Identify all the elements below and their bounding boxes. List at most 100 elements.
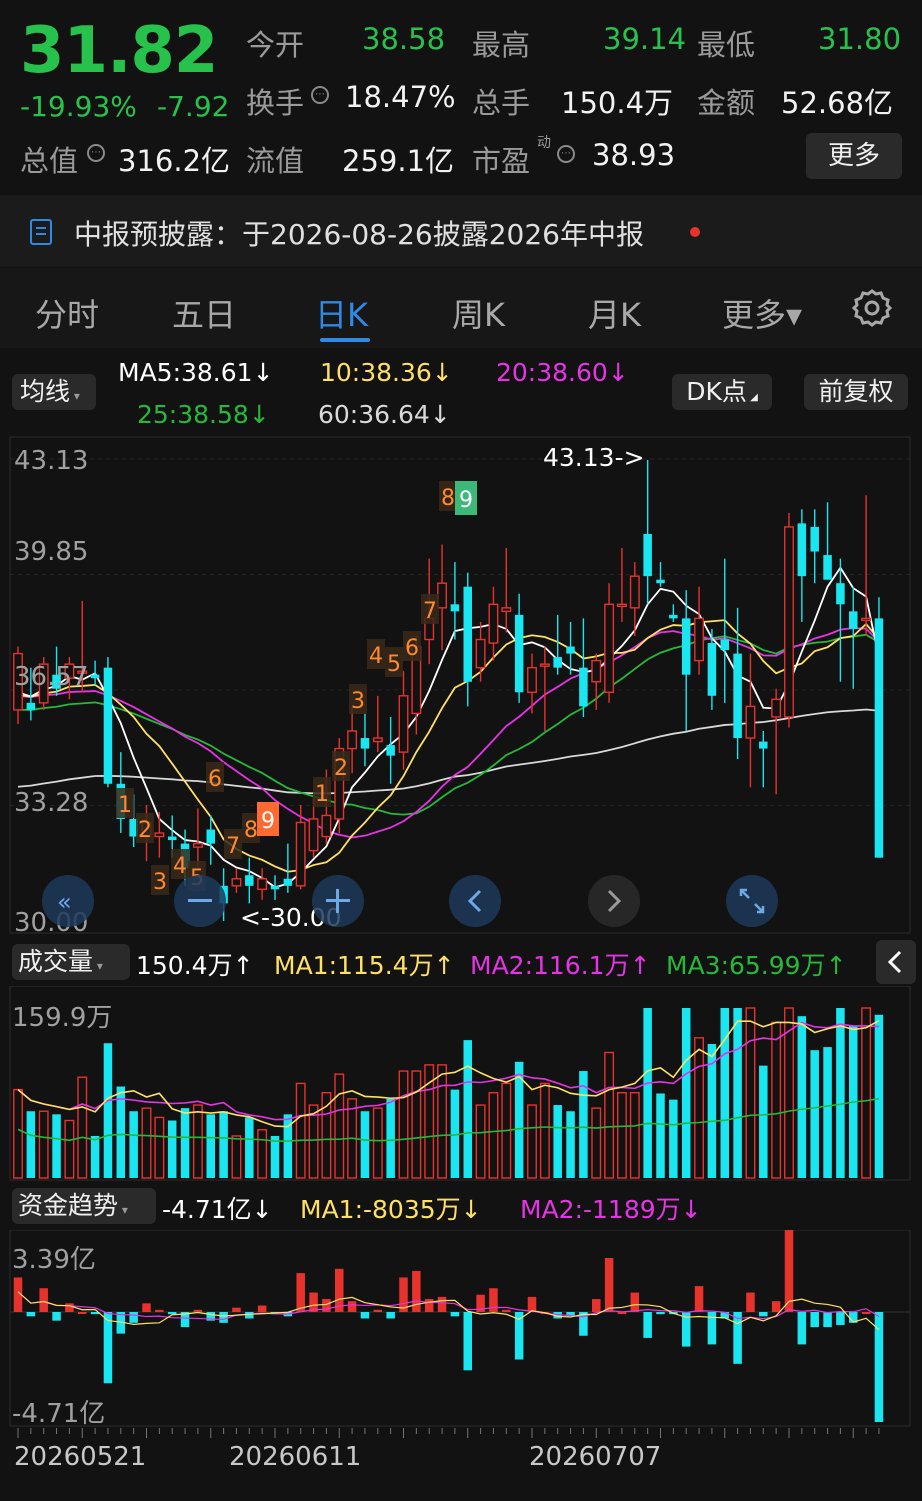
svg-text:6: 6	[208, 767, 222, 792]
scroll-right-button[interactable]	[588, 875, 640, 927]
dk-point-button[interactable]: DK点 ◢	[672, 374, 772, 410]
candle	[270, 875, 280, 900]
fund-bar	[502, 1309, 511, 1312]
td-mark: 4	[367, 639, 385, 669]
volume-bar	[861, 1007, 872, 1179]
tab-monthly-k[interactable]: 月K	[588, 290, 641, 336]
candle	[231, 868, 242, 893]
candle	[372, 695, 383, 753]
fund-bar	[450, 1312, 460, 1317]
svg-text:4: 4	[369, 644, 383, 669]
ma60-readout: 60:36.64↓	[318, 400, 451, 429]
zoom-out-button[interactable]	[174, 875, 226, 927]
volume-bar	[488, 1091, 499, 1179]
td-mark: 1	[116, 788, 134, 818]
volume-bar	[656, 1093, 665, 1178]
scroll-left-button[interactable]	[449, 875, 501, 927]
candle	[463, 572, 472, 707]
fund-bar	[386, 1312, 395, 1319]
volume-bar	[141, 1107, 152, 1179]
volume-bar	[553, 1105, 562, 1178]
ma-selector[interactable]: 均线 ▾	[12, 374, 96, 410]
candle	[360, 713, 370, 767]
candle	[604, 583, 615, 703]
corner-caret-icon: ◢	[746, 392, 758, 403]
volume-chart: 159.9万	[9, 986, 911, 1181]
volume-bar	[720, 1008, 729, 1178]
tab-five-day[interactable]: 五日	[172, 290, 236, 336]
fullscreen-button[interactable]	[726, 875, 778, 927]
change-percent: -19.93%	[20, 90, 137, 123]
mktcap-label: 总值	[20, 144, 79, 178]
candle	[669, 604, 678, 622]
dk-point-label: DK点	[686, 377, 747, 406]
candle	[553, 614, 562, 675]
volume-bar	[219, 1111, 228, 1178]
volume-bar	[372, 1107, 383, 1179]
fund-bar	[232, 1307, 241, 1312]
adjust-button[interactable]: 前复权	[804, 374, 908, 410]
candle	[617, 548, 627, 622]
fund-bar	[784, 1230, 794, 1312]
candle	[784, 512, 794, 728]
volume-bar	[823, 1047, 832, 1178]
document-icon	[30, 219, 52, 245]
td-mark: 2	[136, 813, 154, 843]
volume-bar	[759, 1065, 768, 1178]
candle	[745, 653, 756, 788]
info-icon[interactable]: ⋯	[311, 86, 329, 104]
candle	[759, 730, 768, 788]
candle	[810, 509, 819, 584]
zoom-out-fast-button[interactable]: «	[42, 875, 94, 927]
y-axis-label-4: 33.28	[14, 788, 88, 818]
tab-daily-k[interactable]: 日K	[315, 290, 368, 336]
fund-selector[interactable]: 资金趋势 ▾	[12, 1188, 156, 1224]
candle	[488, 586, 499, 661]
volume-bar	[643, 1008, 652, 1178]
fund-bar	[296, 1273, 305, 1312]
volume-bar	[103, 1043, 113, 1178]
volume-selector-label: 成交量	[18, 947, 94, 976]
ma10-readout: 10:38.36↓	[320, 358, 453, 387]
more-button[interactable]: 更多	[806, 133, 902, 179]
unread-dot	[690, 227, 700, 237]
volume-bar	[771, 1021, 782, 1179]
volume-bar	[360, 1111, 370, 1178]
dropdown-caret-icon: ▾	[70, 389, 80, 403]
float-value: 259.1亿	[342, 144, 455, 178]
ma25-readout: 25:38.58↓	[137, 400, 270, 429]
volume-bar	[591, 1107, 602, 1179]
fund-bar	[39, 1288, 48, 1312]
info-icon[interactable]: ⋯	[87, 144, 105, 162]
td-mark-nine: 9	[257, 802, 279, 836]
tab-active-indicator	[320, 338, 370, 342]
fund-bar	[360, 1312, 370, 1319]
date-label-3: 20260707	[529, 1442, 662, 1472]
volume-value: 150.4万	[561, 86, 674, 120]
candle	[103, 657, 113, 788]
td-mark: 5	[385, 647, 403, 677]
candle	[527, 653, 537, 714]
settings-gear-icon[interactable]	[850, 286, 894, 330]
info-icon[interactable]: ⋯	[557, 145, 575, 163]
volume-bar	[836, 1008, 845, 1178]
volume-selector[interactable]: 成交量 ▾	[12, 944, 130, 980]
collapse-panel-button[interactable]	[876, 940, 916, 984]
fund-bar	[733, 1312, 742, 1364]
volume-bar	[527, 1104, 537, 1179]
volume-bar	[26, 1111, 36, 1178]
volume-ma3-readout: MA3:65.99万↑	[666, 951, 847, 980]
tab-weekly-k[interactable]: 周K	[452, 290, 505, 336]
td-mark: 7	[224, 829, 242, 859]
candlestick-chart[interactable]: 43.13 39.85 36.57 33.28 30.00 43.13-> <-…	[0, 435, 922, 935]
fund-bar	[103, 1312, 113, 1384]
candle	[797, 509, 807, 622]
notice-bar[interactable]: 中报预披露：于2026-08-26披露2026年中报	[0, 195, 922, 267]
volume-bar	[411, 1070, 422, 1179]
tab-intraday[interactable]: 分时	[35, 290, 99, 336]
fund-bar	[193, 1309, 203, 1312]
fund-bar	[373, 1309, 383, 1312]
tab-more[interactable]: 更多▾	[722, 290, 802, 336]
dropdown-caret-icon: ▾	[118, 1203, 128, 1217]
zoom-in-button[interactable]	[312, 875, 364, 927]
